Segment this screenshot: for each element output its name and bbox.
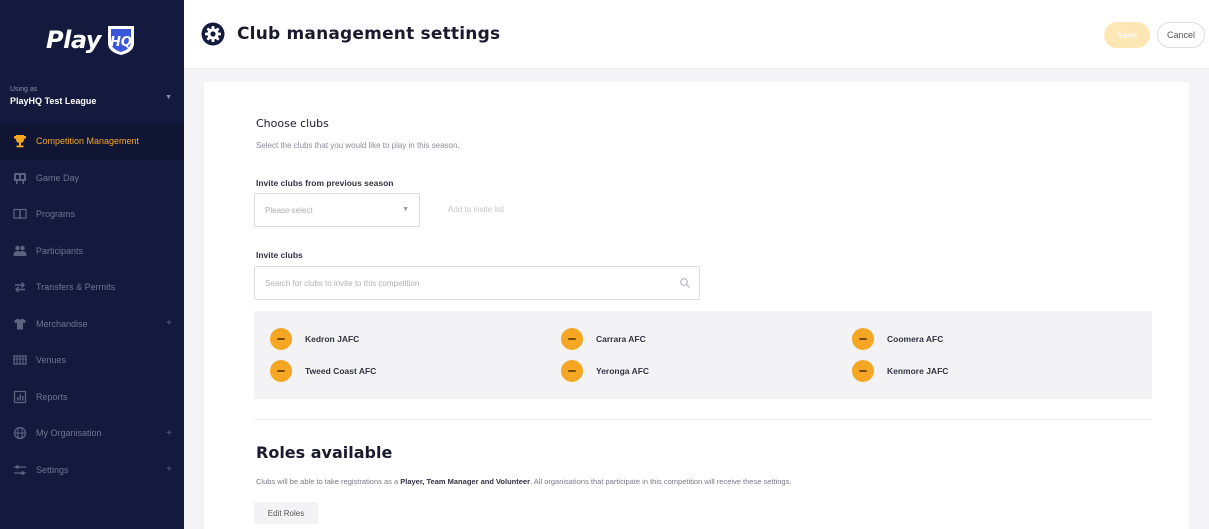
sidebar-nav: Competition Management Game Day Programs… [0, 123, 184, 488]
org-switcher[interactable]: Using as PlayHQ Test League ▼ [0, 80, 184, 116]
sidebar-item-competition-management[interactable]: Competition Management [0, 123, 184, 160]
shirt-icon [12, 316, 28, 332]
sidebar-item-my-organisation[interactable]: My Organisation + [0, 415, 184, 452]
sidebar-item-label: Game Day [36, 172, 80, 183]
main-content: Choose clubs Select the clubs that you w… [184, 69, 1209, 529]
playhq-logo[interactable]: Play HQ [0, 0, 184, 80]
invited-clubs-panel: Kedron JAFC Carrara AFC Coomera AFC Twee… [254, 311, 1152, 399]
roles-description: Clubs will be able to take registrations… [256, 477, 791, 486]
search-icon [680, 278, 690, 288]
sidebar-item-participants[interactable]: Participants [0, 233, 184, 270]
roles-description-prefix: Clubs will be able to take registrations… [256, 477, 401, 486]
sidebar-item-game-day[interactable]: Game Day [0, 160, 184, 197]
expand-icon: + [166, 427, 172, 439]
settings-card: Choose clubs Select the clubs that you w… [204, 82, 1189, 529]
sidebar-item-settings[interactable]: Settings + [0, 452, 184, 489]
sidebar-item-transfers-permits[interactable]: Transfers & Permits [0, 269, 184, 306]
sidebar-item-label: Settings [36, 464, 69, 475]
sidebar-item-label: Reports [36, 391, 68, 402]
roles-list: Player, Team Manager and Volunteer [400, 477, 531, 486]
edit-roles-button[interactable]: Edit Roles [254, 502, 318, 524]
choose-clubs-title: Choose clubs [256, 117, 329, 130]
sidebar-item-label: My Organisation [36, 428, 102, 439]
club-search-input[interactable]: Search for clubs to invite to this compe… [254, 266, 700, 300]
remove-club-button[interactable] [852, 360, 874, 382]
trophy-icon [12, 133, 28, 149]
cancel-button[interactable]: Cancel [1157, 22, 1205, 48]
sidebar-item-label: Programs [36, 209, 76, 220]
org-switcher-label: Using as [10, 86, 38, 93]
sidebar-item-programs[interactable]: Programs [0, 196, 184, 233]
add-to-invite-list-button[interactable]: Add to invite list [438, 197, 542, 221]
remove-club-button[interactable] [561, 360, 583, 382]
book-icon [12, 206, 28, 222]
club-name: Tweed Coast AFC [305, 366, 377, 376]
minus-icon [568, 370, 576, 372]
sidebar-item-label: Competition Management [36, 136, 140, 147]
minus-icon [568, 338, 576, 340]
minus-icon [277, 370, 285, 372]
logo-text: Play [46, 26, 101, 54]
report-icon [12, 389, 28, 405]
sidebar-item-reports[interactable]: Reports [0, 379, 184, 416]
chevron-down-icon: ▼ [165, 94, 172, 101]
remove-club-button[interactable] [270, 328, 292, 350]
logo-mark: HQ [110, 35, 132, 50]
sidebar: Play HQ Using as PlayHQ Test League ▼ Co… [0, 0, 184, 529]
remove-club-button[interactable] [852, 328, 874, 350]
sidebar-item-label: Transfers & Permits [36, 282, 116, 293]
stadium-icon [12, 352, 28, 368]
org-name: PlayHQ Test League [10, 96, 97, 106]
expand-icon: + [166, 318, 172, 330]
page-title: Club management settings [237, 24, 501, 44]
search-placeholder: Search for clubs to invite to this compe… [265, 279, 420, 288]
invited-club: Coomera AFC [852, 327, 943, 351]
invite-clubs-label: Invite clubs [256, 250, 303, 260]
sidebar-item-label: Merchandise [36, 318, 88, 329]
sidebar-item-venues[interactable]: Venues [0, 342, 184, 379]
invited-club: Carrara AFC [561, 327, 646, 351]
previous-season-select[interactable]: Please select ▼ [254, 193, 420, 227]
sidebar-item-merchandise[interactable]: Merchandise + [0, 306, 184, 343]
sliders-icon [12, 462, 28, 478]
logo-shield-icon: HQ [107, 26, 134, 55]
remove-club-button[interactable] [270, 360, 292, 382]
club-name: Coomera AFC [887, 334, 944, 344]
remove-club-button[interactable] [561, 328, 583, 350]
club-name: Kedron JAFC [305, 334, 360, 344]
expand-icon: + [166, 464, 172, 476]
invited-club: Tweed Coast AFC [270, 359, 376, 383]
club-name: Carrara AFC [596, 334, 646, 344]
sidebar-item-label: Participants [36, 245, 84, 256]
club-name: Yeronga AFC [596, 366, 650, 376]
roles-title: Roles available [256, 443, 393, 462]
invited-club: Yeronga AFC [561, 359, 649, 383]
page-header: Club management settings Save Cancel [184, 0, 1209, 69]
chevron-down-icon: ▼ [402, 206, 409, 213]
minus-icon [859, 338, 867, 340]
previous-season-label: Invite clubs from previous season [256, 178, 394, 188]
scoreboard-icon [12, 170, 28, 186]
invited-club: Kedron JAFC [270, 327, 359, 351]
invited-club: Kenmore JAFC [852, 359, 948, 383]
select-placeholder: Please select [265, 206, 313, 215]
sidebar-item-label: Venues [36, 355, 67, 366]
roles-description-suffix: . All organisations that participate in … [530, 477, 792, 486]
minus-icon [859, 370, 867, 372]
save-button[interactable]: Save [1104, 22, 1150, 48]
people-icon [12, 243, 28, 259]
minus-icon [277, 338, 285, 340]
section-divider [254, 419, 1152, 420]
choose-clubs-description: Select the clubs that you would like to … [256, 141, 460, 150]
transfer-icon [12, 279, 28, 295]
gear-icon [201, 22, 225, 46]
club-name: Kenmore JAFC [887, 366, 949, 376]
globe-icon [12, 425, 28, 441]
